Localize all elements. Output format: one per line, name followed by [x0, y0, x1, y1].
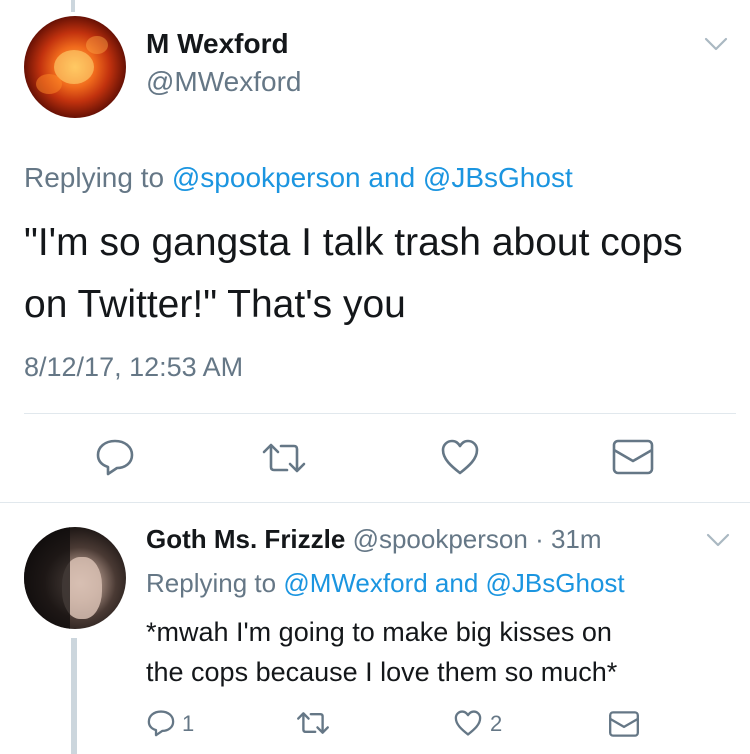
thread-line-top	[71, 0, 75, 12]
chevron-down-icon[interactable]	[706, 532, 730, 548]
like-icon[interactable]	[453, 708, 483, 738]
display-name[interactable]: M Wexford	[146, 28, 289, 60]
divider	[0, 502, 750, 503]
mention-link[interactable]: @spookperson	[172, 162, 361, 193]
avatar-texture	[36, 74, 62, 94]
direct-message-icon[interactable]	[608, 710, 640, 738]
avatar[interactable]	[24, 527, 126, 629]
tweet-text-line: *mwah I'm going to make big kisses on	[146, 617, 612, 647]
tweet-text-line: "I'm so gangsta I talk trash about cops	[24, 221, 683, 264]
tweet-age[interactable]: 31m	[551, 524, 602, 554]
tweet-text: "I'm so gangsta I talk trash about cops …	[24, 212, 734, 336]
replying-and[interactable]: and	[361, 162, 423, 193]
mention-link[interactable]: @JBsGhost	[423, 162, 573, 193]
timestamp[interactable]: 8/12/17, 12:53 AM	[24, 352, 243, 383]
user-handle[interactable]: @spookperson	[353, 524, 528, 554]
direct-message-icon[interactable]	[611, 438, 655, 476]
avatar-texture	[86, 36, 108, 54]
user-handle[interactable]: @MWexford	[146, 66, 302, 98]
mention-link[interactable]: @JBsGhost	[486, 568, 625, 598]
retweet-icon[interactable]	[261, 441, 307, 475]
mention-link[interactable]: @MWexford	[283, 568, 427, 598]
divider	[24, 413, 736, 414]
replying-and[interactable]: and	[428, 568, 486, 598]
like-count: 2	[490, 711, 503, 736]
chevron-down-icon[interactable]	[704, 36, 728, 52]
reply-icon[interactable]	[94, 436, 136, 478]
retweet-icon[interactable]	[296, 710, 330, 736]
tweet-text-line: the cops because I love them so much*	[146, 657, 618, 687]
reply-icon[interactable]	[146, 708, 176, 738]
replying-prefix: Replying to	[146, 568, 284, 598]
separator: ·	[527, 524, 551, 554]
display-name[interactable]: Goth Ms. Frizzle	[146, 524, 345, 554]
reply-count: 1	[182, 711, 195, 736]
tweet-text: *mwah I'm going to make big kisses on th…	[146, 612, 726, 692]
replying-to: Replying to @MWexford and @JBsGhost	[146, 568, 625, 599]
tweet-header: Goth Ms. Frizzle @spookperson · 31m	[146, 524, 602, 555]
avatar[interactable]	[24, 16, 126, 118]
thread-line	[71, 638, 77, 754]
like-icon[interactable]	[439, 436, 481, 478]
replying-to: Replying to @spookperson and @JBsGhost	[24, 162, 573, 194]
replying-prefix: Replying to	[24, 162, 172, 193]
tweet-text-line: on Twitter!" That's you	[24, 283, 406, 326]
avatar-texture	[24, 527, 70, 629]
